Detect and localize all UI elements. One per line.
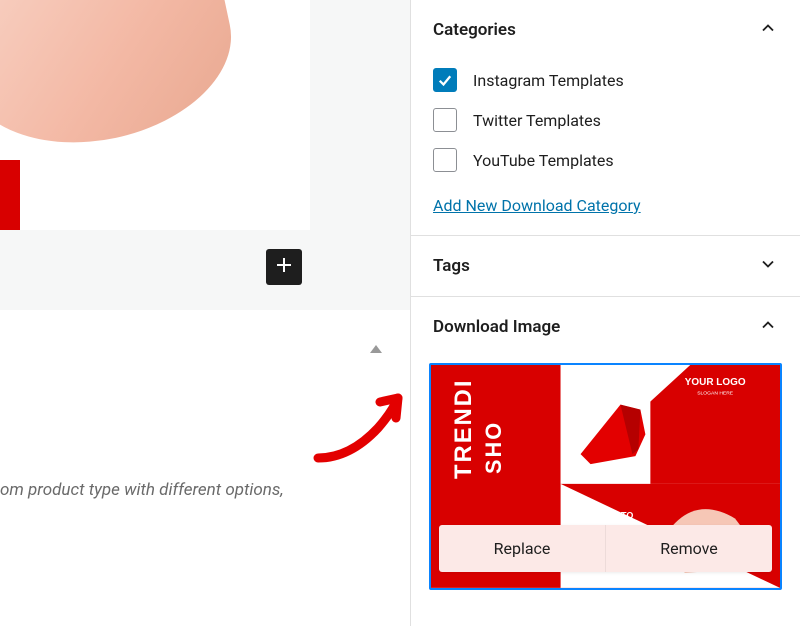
checkbox-checked-icon <box>433 68 457 92</box>
product-type-description: om product type with different options, <box>0 480 284 500</box>
download-image-panel: Download Image <box>411 297 800 608</box>
categories-panel: Categories Instagram Templates Twitter T… <box>411 0 800 236</box>
content-image-block[interactable] <box>0 0 310 230</box>
tags-panel-toggle[interactable]: Tags <box>411 236 800 296</box>
plus-icon <box>272 253 296 281</box>
svg-text:SLOGAN HERE: SLOGAN HERE <box>697 391 734 397</box>
category-label: YouTube Templates <box>473 151 614 170</box>
chevron-up-icon <box>758 315 778 339</box>
chevron-down-icon <box>758 254 778 278</box>
categories-panel-toggle[interactable]: Categories <box>411 0 800 60</box>
replace-button[interactable]: Replace <box>439 525 605 572</box>
checkbox-unchecked-icon <box>433 148 457 172</box>
editor-canvas <box>0 0 410 310</box>
tags-title: Tags <box>433 256 470 276</box>
arrow-annotation-icon <box>300 380 410 470</box>
category-twitter-templates[interactable]: Twitter Templates <box>433 100 778 140</box>
thumbnail-actions: Replace Remove <box>439 525 772 572</box>
checkbox-unchecked-icon <box>433 108 457 132</box>
download-image-thumbnail[interactable]: TRENDI SHO YOUR LOGO SLOGAN HERE GET UPT… <box>429 363 782 590</box>
tags-panel: Tags <box>411 236 800 297</box>
category-label: Instagram Templates <box>473 71 624 90</box>
collapse-caret-icon[interactable] <box>370 345 382 353</box>
category-label: Twitter Templates <box>473 111 601 130</box>
categories-title: Categories <box>433 20 516 40</box>
add-category-link[interactable]: Add New Download Category <box>433 196 641 215</box>
download-image-title: Download Image <box>433 317 560 337</box>
category-instagram-templates[interactable]: Instagram Templates <box>433 60 778 100</box>
lower-left-area: om product type with different options, <box>0 310 410 626</box>
svg-text:SHO: SHO <box>481 421 506 474</box>
svg-text:YOUR LOGO: YOUR LOGO <box>685 377 746 388</box>
chevron-up-icon <box>758 18 778 42</box>
remove-button[interactable]: Remove <box>606 525 772 572</box>
svg-text:GET UPTO: GET UPTO <box>588 511 634 521</box>
category-youtube-templates[interactable]: YouTube Templates <box>433 140 778 180</box>
add-block-button[interactable] <box>266 249 302 285</box>
download-image-panel-toggle[interactable]: Download Image <box>411 297 800 357</box>
svg-text:TRENDI: TRENDI <box>450 379 477 479</box>
